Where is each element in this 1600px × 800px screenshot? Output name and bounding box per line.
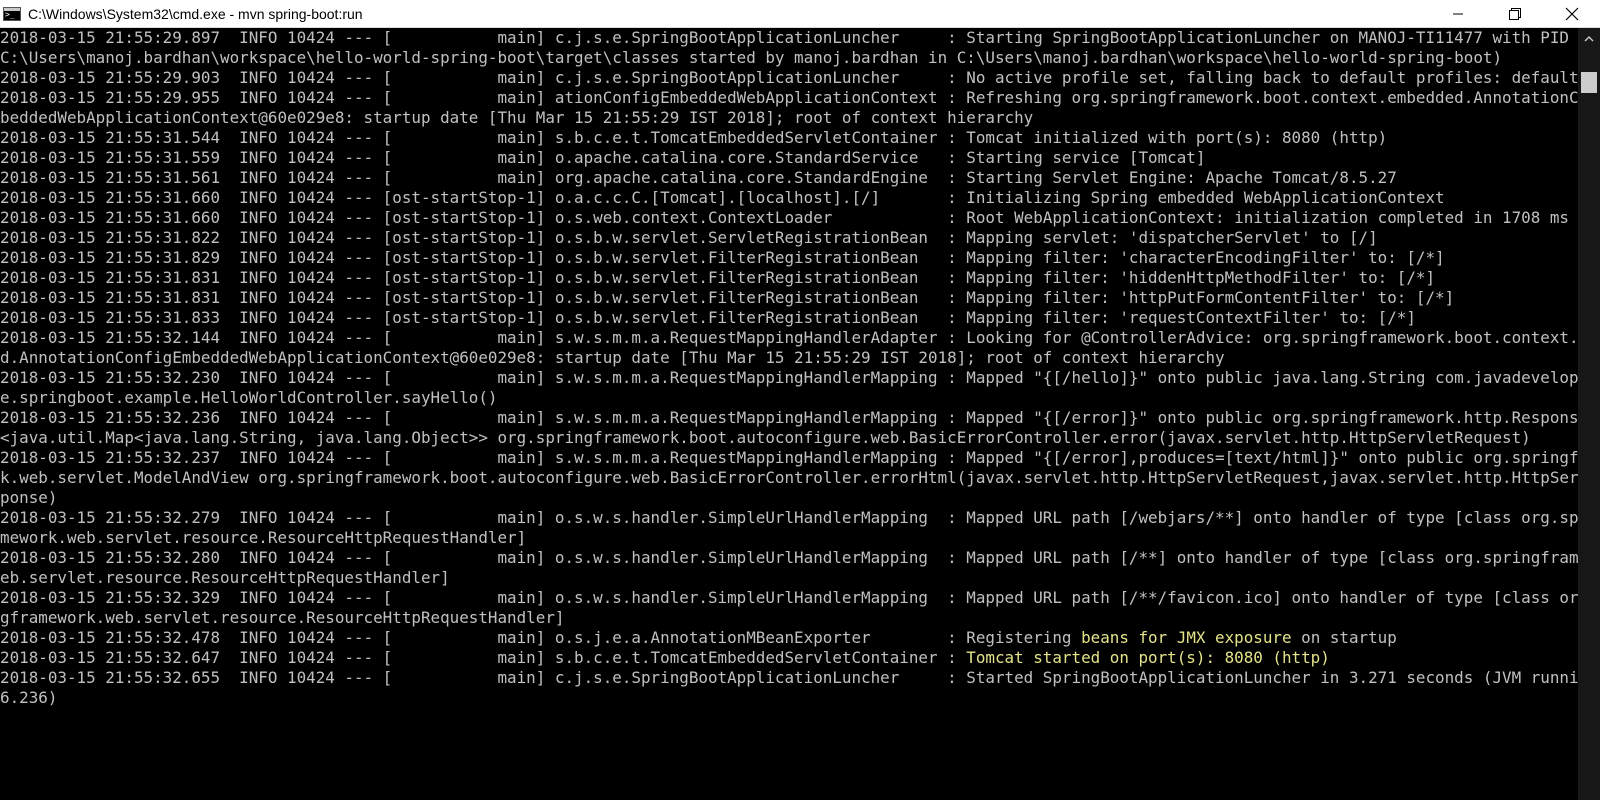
console-line: 2018-03-15 21:55:32.655 INFO 10424 --- [… (0, 668, 1578, 687)
console-line: d.AnnotationConfigEmbeddedWebApplication… (0, 348, 1225, 367)
console-line-jmx: 2018-03-15 21:55:32.478 INFO 10424 --- [… (0, 628, 1578, 648)
console-line: 2018-03-15 21:55:31.660 INFO 10424 --- [… (0, 188, 1445, 207)
console-line: eb.servlet.resource.ResourceHttpRequestH… (0, 568, 450, 587)
console-line: gframework.web.servlet.resource.Resource… (0, 608, 565, 627)
console-line: 2018-03-15 21:55:29.955 INFO 10424 --- [… (0, 88, 1578, 107)
console-line: 2018-03-15 21:55:32.329 INFO 10424 --- [… (0, 588, 1578, 607)
console-line: 2018-03-15 21:55:32.279 INFO 10424 --- [… (0, 508, 1578, 527)
console-line: 2018-03-15 21:55:32.280 INFO 10424 --- [… (0, 548, 1578, 567)
log-text: on startup (1291, 628, 1397, 647)
console-line: 2018-03-15 21:55:31.833 INFO 10424 --- [… (0, 308, 1416, 327)
console-line: <java.util.Map<java.lang.String, java.la… (0, 428, 1531, 447)
vertical-scrollbar[interactable] (1578, 28, 1600, 800)
cmd-terminal-icon (3, 6, 21, 21)
console-line: 2018-03-15 21:55:32.236 INFO 10424 --- [… (0, 408, 1578, 427)
minimize-button[interactable] (1429, 0, 1486, 28)
console-line: 2018-03-15 21:55:29.903 INFO 10424 --- [… (0, 68, 1578, 87)
console-line: 2018-03-15 21:55:31.561 INFO 10424 --- [… (0, 168, 1397, 187)
console-line-tomcat-started: 2018-03-15 21:55:32.647 INFO 10424 --- [… (0, 648, 1578, 668)
log-text: 2018-03-15 21:55:32.478 INFO 10424 --- [… (0, 628, 1082, 647)
console-line: ponse) (0, 488, 58, 507)
console-line: e.springboot.example.HelloWorldControlle… (0, 388, 498, 407)
window-title: C:\Windows\System32\cmd.exe - mvn spring… (28, 5, 363, 22)
minimize-icon (1452, 13, 1463, 14)
scroll-up-button[interactable] (1578, 28, 1600, 50)
scroll-up-arrow-icon (1584, 36, 1594, 42)
maximize-button[interactable] (1486, 0, 1543, 28)
console-line: beddedWebApplicationContext@60e029e8: st… (0, 108, 1034, 127)
console-line: k.web.servlet.ModelAndView org.springfra… (0, 468, 1578, 487)
console-line: 2018-03-15 21:55:32.237 INFO 10424 --- [… (0, 448, 1578, 467)
console-line: 2018-03-15 21:55:31.660 INFO 10424 --- [… (0, 208, 1569, 227)
scrollbar-thumb[interactable] (1581, 72, 1597, 93)
console-line: 2018-03-15 21:55:32.144 INFO 10424 --- [… (0, 328, 1578, 347)
console-line: 2018-03-15 21:55:31.829 INFO 10424 --- [… (0, 248, 1445, 267)
console-output[interactable]: 2018-03-15 21:55:29.897 INFO 10424 --- [… (0, 28, 1578, 800)
highlighted-text: beans for JMX exposure (1081, 628, 1292, 647)
console-line: C:\Users\manoj.bardhan\workspace\hello-w… (0, 48, 1503, 67)
close-icon (1565, 7, 1578, 20)
console-tail-lines: 2018-03-15 21:55:32.655 INFO 10424 --- [… (0, 668, 1578, 708)
maximize-icon (1508, 7, 1521, 20)
console-line: 2018-03-15 21:55:31.544 INFO 10424 --- [… (0, 128, 1388, 147)
console-line: 2018-03-15 21:55:31.831 INFO 10424 --- [… (0, 288, 1455, 307)
console-line: mework.web.servlet.resource.ResourceHttp… (0, 528, 527, 547)
console-line: 2018-03-15 21:55:31.822 INFO 10424 --- [… (0, 228, 1378, 247)
console-line: 2018-03-15 21:55:29.897 INFO 10424 --- [… (0, 28, 1578, 47)
console-line: 2018-03-15 21:55:32.230 INFO 10424 --- [… (0, 368, 1578, 387)
window-titlebar[interactable]: C:\Windows\System32\cmd.exe - mvn spring… (0, 0, 1600, 28)
log-text: 2018-03-15 21:55:32.647 INFO 10424 --- [… (0, 648, 967, 667)
console-line: 2018-03-15 21:55:31.559 INFO 10424 --- [… (0, 148, 1206, 167)
close-button[interactable] (1543, 0, 1600, 28)
console-line: 2018-03-15 21:55:31.831 INFO 10424 --- [… (0, 268, 1436, 287)
highlighted-text: Tomcat started on port(s): 8080 (http) (966, 648, 1330, 667)
console-log-lines: 2018-03-15 21:55:29.897 INFO 10424 --- [… (0, 28, 1578, 628)
console-line: 6.236) (0, 688, 58, 707)
